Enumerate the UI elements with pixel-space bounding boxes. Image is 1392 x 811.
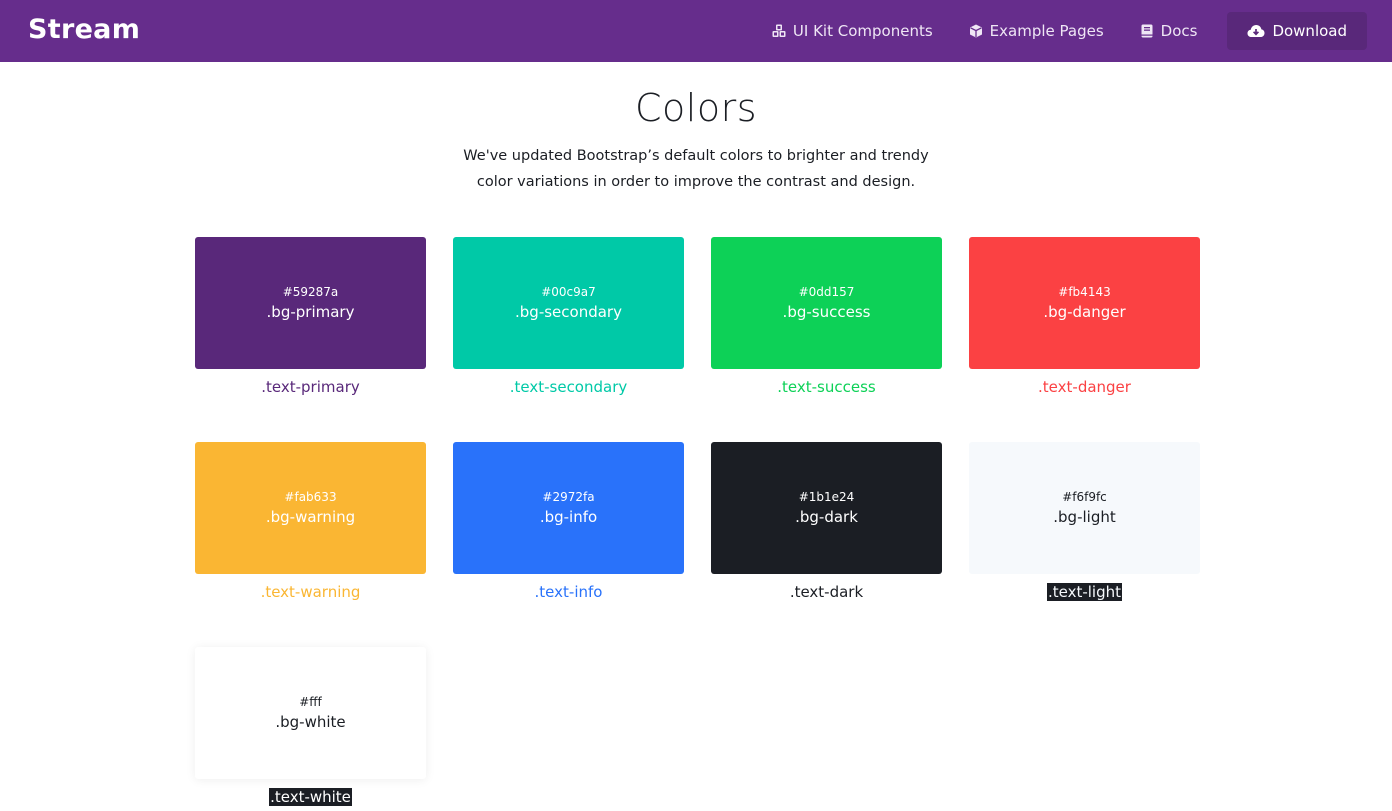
swatch-hex: #fb4143 xyxy=(1058,285,1111,299)
swatch-hex: #1b1e24 xyxy=(798,490,855,504)
swatch-bg-class: .bg-secondary xyxy=(515,303,622,321)
text-class-label: .text-secondary xyxy=(453,378,684,396)
text-class-label: .text-dark xyxy=(711,583,942,601)
color-swatch: #59287a .bg-primary xyxy=(195,237,426,369)
swatch-bg-class: .bg-white xyxy=(275,713,346,731)
text-class-name: .text-secondary xyxy=(509,378,628,396)
color-swatch: #2972fa .bg-info xyxy=(453,442,684,574)
nav-label: Example Pages xyxy=(989,22,1104,40)
swatch-hex: #2972fa xyxy=(542,490,595,504)
nav-label: UI Kit Components xyxy=(792,22,933,40)
text-class-label: .text-info xyxy=(453,583,684,601)
text-class-label: .text-white xyxy=(195,788,426,806)
text-class-label: .text-warning xyxy=(195,583,426,601)
cube-icon xyxy=(969,24,983,38)
color-swatch: #fff .bg-white xyxy=(195,647,426,779)
text-class-name: .text-primary xyxy=(261,378,360,396)
nav-label: Download xyxy=(1272,22,1347,40)
swatch-hex: #59287a xyxy=(282,285,339,299)
text-class-name: .text-info xyxy=(534,583,603,601)
nav-label: Docs xyxy=(1160,22,1198,40)
color-swatch: #f6f9fc .bg-light xyxy=(969,442,1200,574)
text-class-label: .text-light xyxy=(969,583,1200,601)
nav-menu: UI Kit Components Example Pages Docs Dow… xyxy=(754,12,1367,50)
text-class-label: .text-primary xyxy=(195,378,426,396)
swatch-bg-class: .bg-light xyxy=(1053,508,1116,526)
color-swatch: #0dd157 .bg-success xyxy=(711,237,942,369)
page-subtitle: We've updated Bootstrap’s default colors… xyxy=(463,148,929,190)
text-class-label: .text-success xyxy=(711,378,942,396)
color-swatch: #fb4143 .bg-danger xyxy=(969,237,1200,369)
nav-ui-kit-components[interactable]: UI Kit Components xyxy=(754,12,951,50)
book-icon xyxy=(1140,24,1154,38)
text-class-name: .text-danger xyxy=(1038,378,1131,396)
text-class-label: .text-danger xyxy=(969,378,1200,396)
color-swatch: #1b1e24 .bg-dark xyxy=(711,442,942,574)
color-swatch: #00c9a7 .bg-secondary xyxy=(453,237,684,369)
swatch-bg-class: .bg-success xyxy=(782,303,871,321)
swatch-hex: #0dd157 xyxy=(798,285,855,299)
text-class-name: .text-white xyxy=(269,788,352,806)
nav-example-pages[interactable]: Example Pages xyxy=(951,12,1122,50)
cubes-icon xyxy=(772,24,786,38)
swatch-hex: #f6f9fc xyxy=(1062,490,1107,504)
text-class-name: .text-success xyxy=(777,378,876,396)
download-button[interactable]: Download xyxy=(1227,12,1367,50)
swatch-bg-class: .bg-danger xyxy=(1043,303,1126,321)
swatch-hex: #fff xyxy=(299,695,322,709)
swatch-bg-class: .bg-warning xyxy=(265,508,356,526)
nav-docs[interactable]: Docs xyxy=(1122,12,1216,50)
swatch-bg-class: .bg-primary xyxy=(266,303,355,321)
swatch-bg-class: .bg-dark xyxy=(795,508,858,526)
text-class-name: .text-warning xyxy=(260,583,361,601)
cloud-download-icon xyxy=(1247,24,1265,38)
text-class-name: .text-light xyxy=(1046,583,1123,601)
swatch-hex: #00c9a7 xyxy=(541,285,596,299)
text-class-name: .text-dark xyxy=(789,583,864,601)
swatch-hex: #fab633 xyxy=(284,490,337,504)
brand-logo[interactable]: Stream xyxy=(28,14,140,45)
swatch-bg-class: .bg-info xyxy=(539,508,598,526)
color-swatch: #fab633 .bg-warning xyxy=(195,442,426,574)
page-title: Colors xyxy=(634,86,757,130)
navbar: Stream UI Kit Components Example Pages D… xyxy=(0,0,1392,62)
